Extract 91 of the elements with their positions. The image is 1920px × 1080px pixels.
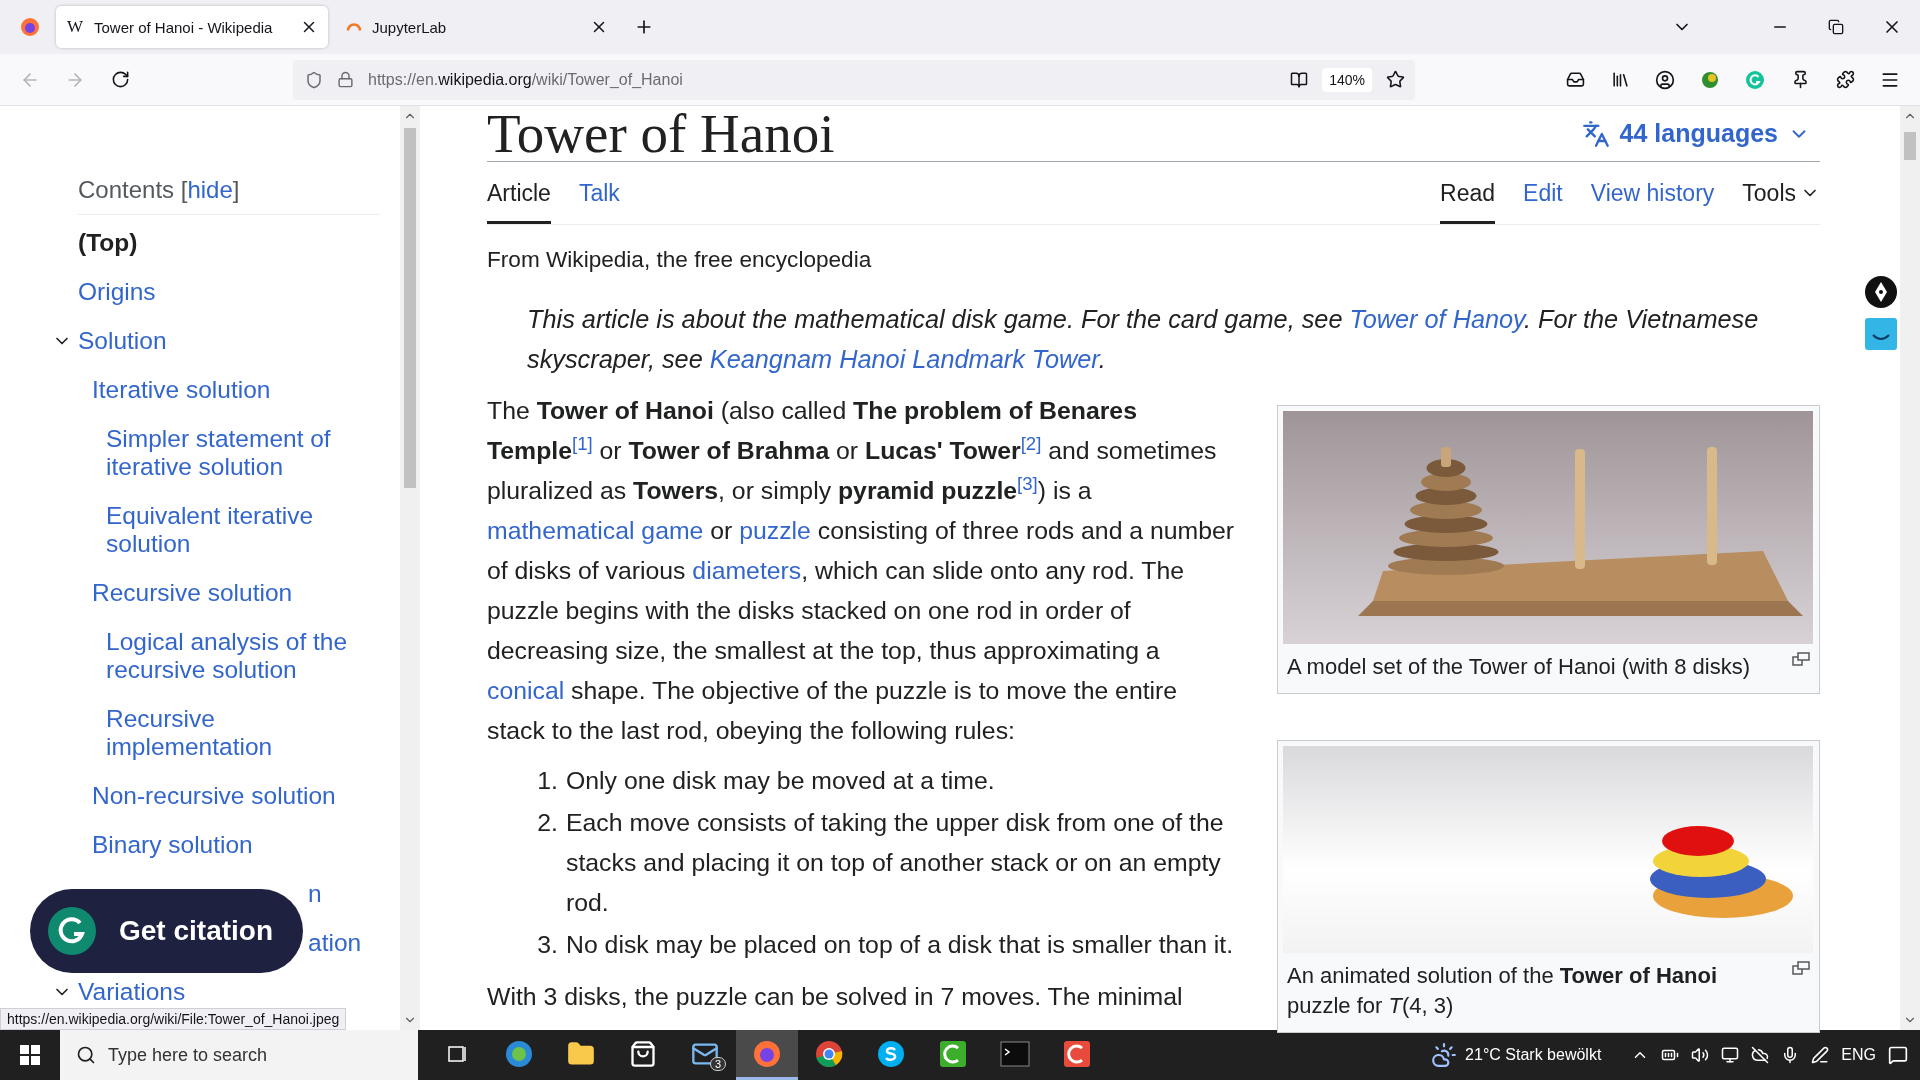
account-icon[interactable] [1655,69,1675,90]
reference-link[interactable]: [3] [1017,472,1038,494]
tools-menu[interactable]: Tools [1742,162,1820,224]
weather-icon[interactable] [1431,1042,1458,1068]
page-tab[interactable]: Talk [578,162,620,224]
link[interactable]: conical [487,677,565,704]
toc-link[interactable]: Solution [78,326,167,355]
toc-link[interactable]: Non-recursive solution [92,781,336,810]
pen-icon[interactable] [1811,1046,1830,1064]
restore-icon[interactable] [1828,19,1844,35]
link[interactable]: diameters [692,557,802,584]
input-language[interactable]: ENG [1841,1046,1876,1064]
hide-link[interactable]: hide [187,176,233,203]
volume-icon[interactable] [1691,1046,1710,1064]
search-icon[interactable] [76,1045,96,1065]
browser-tab[interactable]: JupyterLab [336,6,618,48]
toc-link[interactable]: n [308,879,322,908]
list-number: 1. [536,766,559,796]
terminal-icon[interactable] [1000,1040,1030,1067]
scrollbar-thumb[interactable] [1904,132,1916,160]
page-tab[interactable]: Article [487,162,551,224]
reference-link[interactable]: [1] [572,432,593,454]
network-icon[interactable] [1721,1046,1740,1064]
bookmark-icon[interactable] [1386,70,1405,89]
weather-text[interactable]: 21°C Stark bewölkt [1465,1046,1602,1064]
toc-link[interactable]: ation [308,928,362,957]
bracket: [ [180,176,188,203]
article-title: Tower of Hanoi [487,105,835,162]
zoom-level[interactable]: 140% [1322,67,1372,92]
rule-text: Only one disk may be moved at a time. [566,766,995,796]
reference-link[interactable]: [2] [1020,432,1042,454]
lock-icon[interactable] [337,71,354,88]
cloud-off-icon[interactable] [1751,1046,1770,1064]
view-tab[interactable]: Read [1440,162,1496,224]
enlarge-icon[interactable] [1792,961,1810,975]
rule-text: No disk may be placed on top of a disk that is smaller than it. [566,930,1234,960]
toc-link[interactable]: Simpler statement of iterative solution [106,424,380,481]
recorder-app-icon[interactable] [938,1038,968,1069]
scrollbar-thumb[interactable] [404,128,416,488]
lead-paragraph: The Tower of Hanoi (also called The problem of Benares Temple$^{[1]}$ or Tower of Brahma or Lucas' Tower$^{[2]}$ and sometimes pluralized as Towers, or simply pyramid puzzle$^{[3]}$) is a mathematical game or puzzle consisting of three rods and a number of disks of various diameters, which can slide onto any rod. The puzzle begins with the disks stacked on one rod in order of decreasing size, the smallest at the top, thus approximating a conical shape. The objective of the puzzle is to move the entire stack to the last rod, obeying the following rules: [487,396,1236,746]
toc-link[interactable]: Equivalent iterative solution [106,501,380,558]
figure-caption: A model set of the Tower of Hanoi (with 8 disks) [1287,653,1752,681]
taskbar-search-field[interactable]: Type here to search [60,1030,418,1080]
link[interactable]: Keangnam Hanoi Landmark Tower [709,345,1099,373]
extension-icon[interactable] [1700,69,1720,90]
enlarge-icon[interactable] [1792,652,1810,666]
view-tab[interactable]: Edit [1523,162,1563,224]
toc-link[interactable]: Recursive implementation [106,704,380,761]
languages-button[interactable]: 44 languages [1581,119,1810,148]
smile-icon[interactable] [1864,317,1898,351]
shield-icon[interactable] [305,70,323,89]
translate-icon[interactable] [1581,119,1610,148]
bracket: ] [232,176,240,203]
paragraph: With 3 disks, the puzzle can be solved in 7 moves. The minimal [487,982,1184,1012]
hatnote: This article is about the mathematical disk game. For the card game, see Tower of Hanoy. For the Vietnamese skyscraper, see Keangnam Hanoi Landmark Tower. [526,304,1760,375]
status-url: https://en.wikipedia.org/wiki/File:Tower_of_Hanoi.jpeg [0,1008,347,1030]
toc-link[interactable]: Logical analysis of the recursive solution [106,627,380,684]
get-citation-button[interactable]: Get citation [30,889,303,973]
address-bar[interactable]: https://en.wikipedia.org/wiki/Tower_of_Hanoi 140% [293,59,1415,100]
browser-tab[interactable]: W Tower of Hanoi - Wikipedia [56,6,328,48]
citation-logo-icon [47,906,97,956]
rule-text: Each move consists of taking the upper disk from one of the stacks and placing it on top of another stack or on an empty rod. [566,808,1225,918]
site-icon: W [66,17,84,37]
extensions-icon[interactable] [1835,70,1855,89]
toc-link[interactable]: Iterative solution [92,375,271,404]
toc-link[interactable]: Binary solution [92,830,253,859]
link[interactable]: puzzle [739,517,811,544]
store-icon[interactable] [629,1039,657,1068]
list-number: 2. [536,808,559,838]
toc-link[interactable]: Origins [78,277,156,306]
figure-caption: An animated solution of the Tower of Hanoi puzzle for T(4, 3) [1287,962,1718,1020]
link[interactable]: mathematical game [487,517,704,544]
recorder-app-icon[interactable] [1062,1038,1092,1069]
tagline: From Wikipedia, the free encyclopedia [487,247,873,273]
spinner-icon [346,22,362,32]
contents-title: Contents [78,176,175,203]
toc-link[interactable]: Recursive solution [92,578,293,607]
windows-start-icon[interactable] [20,1045,40,1065]
toc-link[interactable]: (Top) [78,228,138,257]
library-icon[interactable] [1610,70,1630,89]
list-number: 3. [536,930,559,960]
folder-icon[interactable] [567,1039,595,1068]
link[interactable]: Tower of Hanoy [1349,305,1524,333]
reader-view-icon[interactable] [1290,70,1309,89]
unread-count: 3 [709,1057,726,1071]
reload-icon[interactable] [110,70,130,89]
view-tab[interactable]: View history [1590,162,1715,224]
notifications-icon[interactable] [1888,1045,1908,1065]
toc-link[interactable]: Variations [78,977,186,1006]
chat-app-icon[interactable] [876,1038,906,1069]
browser-logo-icon[interactable] [814,1038,844,1069]
